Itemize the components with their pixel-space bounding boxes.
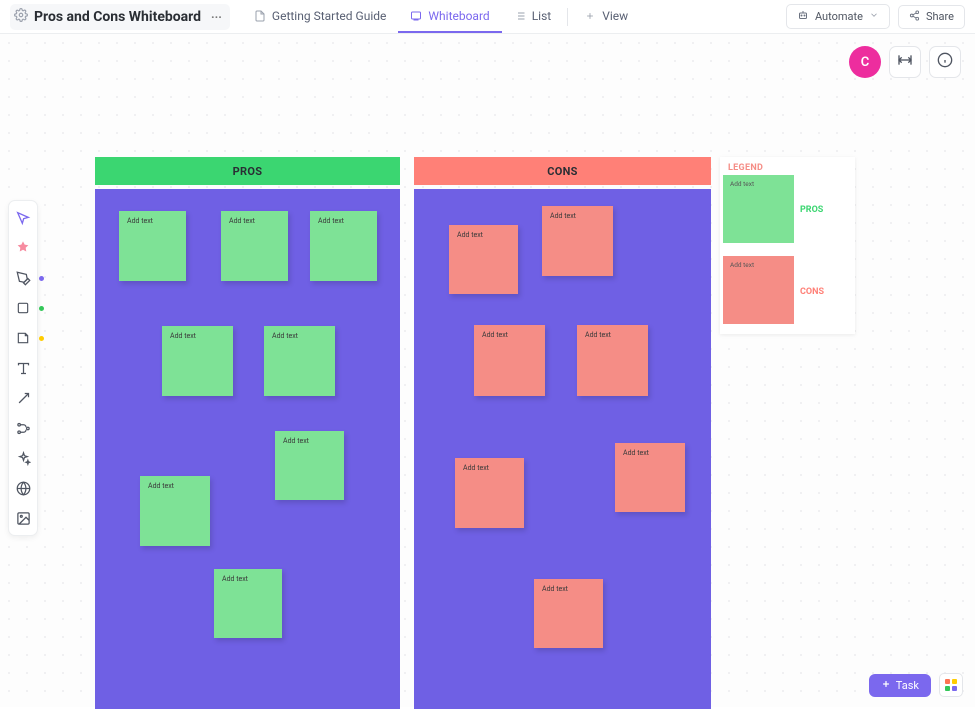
topbar-right: Automate Share [786,4,965,29]
topbar: Pros and Cons Whiteboard ··· Getting Sta… [0,0,975,34]
whiteboard-toolbar [8,200,38,536]
tab-label: Whiteboard [428,9,489,23]
color-dot [39,336,44,341]
color-dot [39,306,44,311]
legend-cons-label: CONS [800,287,824,297]
graph-tool[interactable] [12,417,34,439]
sticky-text: Add text [229,217,255,225]
legend-pros-label: PROS [800,205,823,215]
connector-tool[interactable] [12,387,34,409]
legend-pros-note-text: Add text [730,180,754,188]
list-icon [514,10,526,22]
sticky-text: Add text [623,449,649,457]
sticky-note-pros[interactable]: Add text [119,211,186,281]
doc-icon [254,10,266,22]
fit-width-button[interactable] [889,46,921,78]
info-button[interactable] [929,46,961,78]
share-label: Share [926,10,954,23]
tab-add-view[interactable]: View [572,0,640,33]
share-button[interactable]: Share [898,5,965,29]
sticky-text: Add text [463,464,489,472]
sticky-note-cons[interactable]: Add text [615,443,685,512]
plus-icon [584,10,596,22]
image-tool[interactable] [12,507,34,529]
sticky-text: Add text [148,482,174,490]
sticky-text: Add text [585,331,611,339]
tab-label: List [532,9,552,23]
fit-width-icon [897,52,913,72]
plus-icon [881,679,891,692]
color-dot [39,276,44,281]
pros-title: PROS [233,165,263,178]
tab-whiteboard[interactable]: Whiteboard [398,0,501,33]
sticky-text: Add text [170,332,196,340]
web-tool[interactable] [12,477,34,499]
sticky-note-pros[interactable]: Add text [214,569,282,638]
more-icon[interactable]: ··· [207,10,226,24]
avatar-initial: C [861,55,870,70]
sticky-note-pros[interactable]: Add text [140,476,210,546]
sticky-text: Add text [457,231,483,239]
sticky-text: Add text [283,437,309,445]
divider [567,8,568,26]
sticky-note-cons[interactable]: Add text [474,325,545,396]
sticky-note-cons[interactable]: Add text [455,458,524,528]
footer-right: Task [869,673,963,697]
settings-icon [14,7,28,26]
page-title-wrap[interactable]: Pros and Cons Whiteboard ··· [10,4,230,30]
sticky-note-pros[interactable]: Add text [310,211,377,281]
pen-tool[interactable] [12,267,34,289]
apps-button[interactable] [939,673,963,697]
sticky-text: Add text [482,331,508,339]
pros-header[interactable]: PROS [95,157,400,185]
whiteboard-canvas[interactable]: PROS CONS Add text Add text Add text Add te… [0,34,975,707]
sticky-text: Add text [550,212,576,220]
sticky-note-pros[interactable]: Add text [275,431,344,500]
info-icon [937,52,953,72]
sticky-note-cons[interactable]: Add text [577,325,648,396]
page-title: Pros and Cons Whiteboard [34,9,201,25]
legend-panel: LEGEND Add text PROS Add text CONS [720,157,855,334]
apps-icon [945,679,957,691]
tab-getting-started[interactable]: Getting Started Guide [242,0,398,33]
task-label: Task [896,679,919,692]
hand-tool[interactable] [12,237,34,259]
legend-cons-swatch[interactable]: Add text [723,256,794,324]
sticky-note-cons[interactable]: Add text [534,579,603,648]
sticky-note-cons[interactable]: Add text [449,225,518,294]
canvas-topright: C [849,46,961,78]
text-tool[interactable] [12,357,34,379]
sticky-text: Add text [222,575,248,583]
legend-pros-swatch[interactable]: Add text [723,175,794,243]
sticky-text: Add text [318,217,344,225]
shape-tool[interactable] [12,297,34,319]
tab-label: View [602,9,628,23]
sticky-text: Add text [542,585,568,593]
tab-label: Getting Started Guide [272,9,386,23]
sticky-note-pros[interactable]: Add text [264,326,335,396]
share-icon [909,10,920,24]
tab-list[interactable]: List [502,0,564,33]
ai-tool[interactable] [12,447,34,469]
sticky-text: Add text [272,332,298,340]
sticky-note-pros[interactable]: Add text [162,326,233,396]
cons-header[interactable]: CONS [414,157,711,185]
cons-title: CONS [547,165,578,178]
robot-icon [797,9,809,24]
sticky-tool[interactable] [12,327,34,349]
new-task-button[interactable]: Task [869,674,931,697]
tabs: Getting Started Guide Whiteboard List Vi… [242,0,640,33]
legend-cons-note-text: Add text [730,261,754,269]
automate-button[interactable]: Automate [786,4,890,29]
select-tool[interactable] [12,207,34,229]
sticky-note-cons[interactable]: Add text [542,206,613,276]
sticky-note-pros[interactable]: Add text [221,211,288,281]
chevron-down-icon [869,10,879,23]
avatar[interactable]: C [849,46,881,78]
whiteboard-icon [410,10,422,22]
automate-label: Automate [815,10,863,23]
sticky-text: Add text [127,217,153,225]
